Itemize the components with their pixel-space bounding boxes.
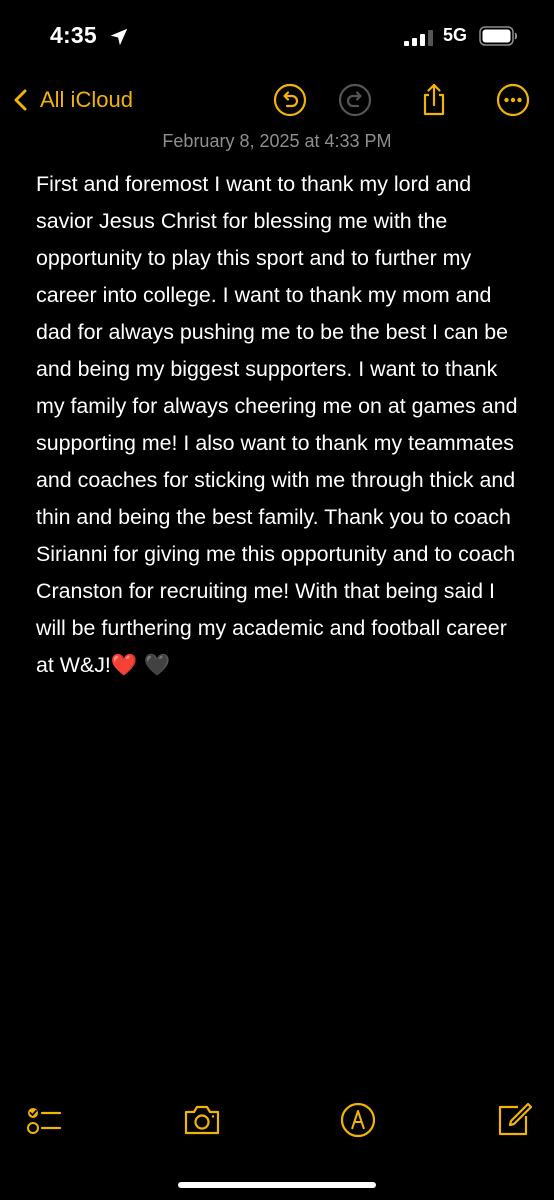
back-label: All iCloud — [40, 87, 133, 112]
red-heart-icon: ❤️ — [110, 653, 138, 677]
black-heart-icon: 🖤 — [143, 653, 171, 677]
note-text: First and foremost I want to thank my lo… — [36, 172, 524, 677]
redo-icon[interactable] — [337, 82, 373, 118]
markup-pen-icon[interactable] — [338, 1100, 378, 1140]
cellular-signal-icon — [404, 30, 433, 46]
note-body[interactable]: First and foremost I want to thank my lo… — [36, 166, 522, 684]
note-date: February 8, 2025 at 4:33 PM — [162, 131, 392, 151]
undo-icon[interactable] — [272, 82, 308, 118]
camera-icon[interactable] — [182, 1100, 222, 1140]
status-time: 4:35 — [50, 22, 97, 48]
location-arrow-icon — [110, 28, 128, 46]
checklist-icon[interactable] — [24, 1100, 64, 1140]
status-bar: 4:35 5G — [0, 0, 554, 72]
network-type: 5G — [443, 25, 468, 45]
share-icon[interactable] — [416, 82, 452, 118]
back-button[interactable]: All iCloud — [10, 82, 133, 118]
compose-icon[interactable] — [494, 1100, 534, 1140]
chevron-left-icon — [14, 89, 27, 111]
home-indicator[interactable] — [178, 1182, 376, 1188]
more-icon[interactable] — [495, 82, 531, 118]
bottom-toolbar — [0, 1096, 554, 1146]
nav-bar: All iCloud — [0, 72, 554, 128]
battery-icon — [479, 26, 518, 46]
